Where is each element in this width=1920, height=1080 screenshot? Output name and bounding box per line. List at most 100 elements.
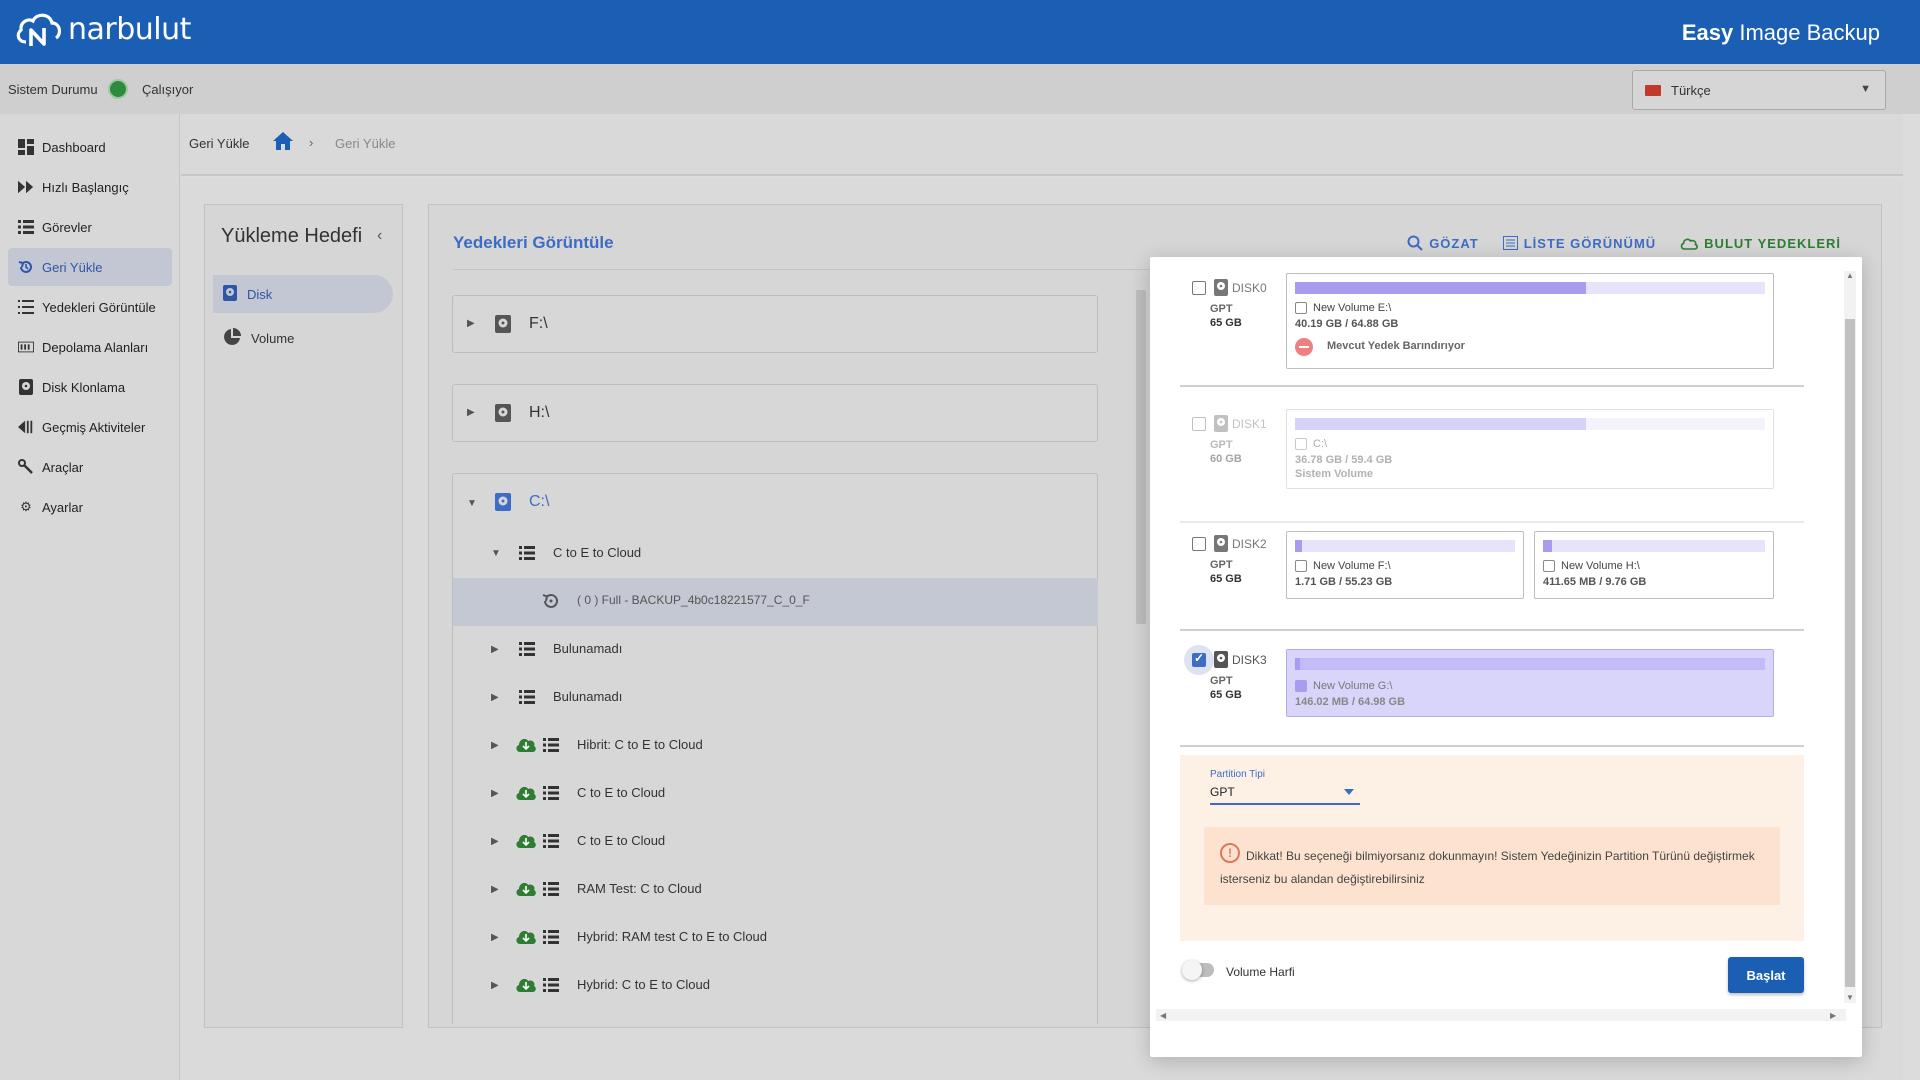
disk-checkbox[interactable] bbox=[1192, 281, 1206, 295]
chevron-left-icon[interactable]: ‹ bbox=[377, 227, 382, 245]
backup-group-row[interactable]: ▶ RAM Test: C to Cloud bbox=[453, 866, 1098, 914]
target-item-disk[interactable]: Disk bbox=[213, 275, 393, 313]
dialog-scrollbar-thumb[interactable] bbox=[1845, 319, 1855, 987]
partition-name: New Volume G:\ bbox=[1313, 680, 1393, 692]
caret-right-icon[interactable]: ▶ bbox=[491, 692, 499, 703]
sidebar-item-history[interactable]: Geçmiş Aktiviteler bbox=[8, 408, 172, 446]
sidebar-item-storage[interactable]: Depolama Alanları bbox=[8, 328, 172, 366]
caret-right-icon[interactable]: ▶ bbox=[491, 836, 499, 847]
sidebar-item-restore[interactable]: Geri Yükle bbox=[8, 248, 172, 286]
scroll-up-icon[interactable]: ▲ bbox=[1846, 271, 1854, 280]
gear-icon: ⚙ bbox=[20, 499, 32, 514]
partition-options: Partition Tipi GPT ! Dikkat! Bu seçeneği… bbox=[1180, 755, 1804, 941]
sidebar-item-tasks[interactable]: Görevler bbox=[8, 208, 172, 246]
caret-right-icon[interactable]: ▶ bbox=[491, 932, 499, 943]
caret-right-icon[interactable]: ▶ bbox=[491, 884, 499, 895]
sidebar-item-view-backups[interactable]: Yedekleri Görüntüle bbox=[8, 288, 172, 326]
usage-fill bbox=[1295, 658, 1300, 670]
cloud-icon bbox=[1680, 238, 1699, 250]
disk-checkbox[interactable] bbox=[1192, 537, 1206, 551]
backup-group-row[interactable]: ▶ Bulunamadı bbox=[453, 626, 1098, 674]
drive-card[interactable]: ▶ H:\ bbox=[452, 384, 1098, 442]
backup-label: ( 0 ) Full - BACKUP_4b0c18221577_C_0_F bbox=[577, 593, 810, 607]
partition-card[interactable]: New Volume F:\ 1.71 GB / 55.23 GB bbox=[1286, 531, 1524, 599]
hard-drive-icon bbox=[495, 404, 513, 422]
backup-group-row[interactable]: ▶ Bulunamadı bbox=[453, 674, 1098, 722]
scroll-left-icon[interactable]: ◀ bbox=[1160, 1011, 1166, 1020]
caret-right-icon[interactable]: ▶ bbox=[491, 980, 499, 991]
partition-type-select[interactable]: GPT bbox=[1210, 783, 1360, 805]
partition-checkbox[interactable] bbox=[1543, 560, 1555, 572]
sidebar-item-dashboard[interactable]: Dashboard bbox=[8, 128, 172, 166]
brand-name: narbulut bbox=[68, 11, 191, 47]
cloud-backups-button[interactable]: BULUT YEDEKLERİ bbox=[1680, 235, 1841, 251]
list-view-button[interactable]: LİSTE GÖRÜNÜMÜ bbox=[1502, 235, 1656, 251]
caret-right-icon[interactable]: ▶ bbox=[491, 644, 499, 655]
usage-fill bbox=[1295, 282, 1587, 294]
group-label: Bulunamadı bbox=[553, 641, 623, 656]
partition-checkbox[interactable] bbox=[1295, 302, 1307, 314]
sidebar-item-label: Geri Yükle bbox=[42, 259, 103, 275]
dialog-horizontal-scrollbar[interactable] bbox=[1156, 1009, 1846, 1021]
caret-down-icon[interactable]: ▼ bbox=[467, 498, 477, 509]
scroll-down-icon[interactable]: ▼ bbox=[1846, 993, 1854, 1002]
disk-icon bbox=[223, 284, 237, 304]
restore-icon bbox=[18, 259, 34, 275]
backup-group-row[interactable]: ▼ C to E to Cloud bbox=[453, 530, 1098, 578]
list-icon bbox=[543, 978, 559, 992]
backup-group-row[interactable]: ▶ Hibrit: C to E to Cloud bbox=[453, 722, 1098, 770]
caret-right-icon[interactable]: ▶ bbox=[467, 318, 475, 329]
home-icon[interactable] bbox=[273, 132, 293, 153]
caret-down-icon[interactable]: ▼ bbox=[491, 548, 501, 559]
sidebar-item-settings[interactable]: ⚙ Ayarlar bbox=[8, 488, 172, 526]
caret-right-icon[interactable]: ▶ bbox=[467, 407, 475, 418]
backup-group-row[interactable]: ▶ C to E to Cloud bbox=[453, 818, 1098, 866]
partition-checkbox[interactable] bbox=[1295, 680, 1307, 692]
backup-row-selected[interactable]: ( 0 ) Full - BACKUP_4b0c18221577_C_0_F bbox=[453, 578, 1098, 626]
usage-fill bbox=[1543, 540, 1552, 552]
disk-size: 65 GB bbox=[1210, 317, 1242, 329]
caret-right-icon[interactable]: ▶ bbox=[491, 740, 499, 751]
target-item-volume[interactable]: Volume bbox=[213, 319, 393, 357]
cloud-download-icon bbox=[515, 736, 537, 754]
drive-card[interactable]: ▶ F:\ bbox=[452, 295, 1098, 353]
status-indicator-icon bbox=[110, 81, 126, 97]
usage-fill bbox=[1295, 418, 1587, 430]
browse-button[interactable]: GÖZAT bbox=[1407, 235, 1479, 251]
backup-group-row[interactable]: ▶ C to E to Cloud bbox=[453, 770, 1098, 818]
usage-bar bbox=[1295, 658, 1765, 670]
scroll-right-icon[interactable]: ▶ bbox=[1830, 1011, 1836, 1020]
partition-card[interactable]: New Volume E:\ 40.19 GB / 64.88 GB Mevcu… bbox=[1286, 273, 1774, 369]
partition-card-selected[interactable]: New Volume G:\ 146.02 MB / 64.98 GB bbox=[1286, 649, 1774, 717]
caret-right-icon[interactable]: ▶ bbox=[491, 788, 499, 799]
brand-logo[interactable]: narbulut bbox=[14, 8, 191, 50]
sidebar-item-quick-start[interactable]: Hızlı Başlangıç bbox=[8, 168, 172, 206]
list-icon bbox=[519, 546, 535, 560]
hard-drive-icon bbox=[1214, 535, 1228, 555]
backup-group-row[interactable]: ▶ Hybrid: RAM test C to E to Cloud bbox=[453, 914, 1098, 962]
partition-type-value: GPT bbox=[1210, 785, 1235, 799]
group-label: C to E to Cloud bbox=[553, 545, 642, 560]
disk-partition-style: GPT bbox=[1210, 303, 1233, 315]
tree-scrollbar-thumb[interactable] bbox=[1136, 290, 1146, 624]
cloud-download-icon bbox=[515, 976, 537, 994]
language-value: Türkçe bbox=[1671, 83, 1711, 98]
cloud-download-icon bbox=[515, 784, 537, 802]
sidebar-item-label: Depolama Alanları bbox=[42, 339, 149, 355]
language-select[interactable]: Türkçe ▼ bbox=[1632, 70, 1886, 110]
sidebar-item-disk-clone[interactable]: Disk Klonlama bbox=[8, 368, 172, 406]
volume-letter-label: Volume Harfi bbox=[1226, 965, 1295, 979]
panel-title: Yükleme Hedefi bbox=[221, 225, 363, 247]
start-button[interactable]: Başlat bbox=[1728, 957, 1804, 993]
partition-card[interactable]: New Volume H:\ 411.65 MB / 9.76 GB bbox=[1534, 531, 1774, 599]
target-item-label: Volume bbox=[251, 330, 295, 346]
disk-checkbox[interactable] bbox=[1192, 651, 1206, 667]
disk-block-disabled: DISK1 GPT 60 GB C:\ 36.78 GB / 59.4 GB S… bbox=[1180, 403, 1804, 523]
top-app-bar: narbulut Easy Image Backup bbox=[0, 0, 1920, 64]
partition-size: 40.19 GB / 64.88 GB bbox=[1295, 318, 1399, 330]
backup-group-row[interactable]: ▶ Hybrid: C to E to Cloud bbox=[453, 962, 1098, 1010]
sidebar-item-tools[interactable]: Araçlar bbox=[8, 448, 172, 486]
partition-checkbox[interactable] bbox=[1295, 560, 1307, 572]
volume-letter-toggle[interactable] bbox=[1182, 960, 1214, 980]
cloud-download-icon bbox=[515, 928, 537, 946]
